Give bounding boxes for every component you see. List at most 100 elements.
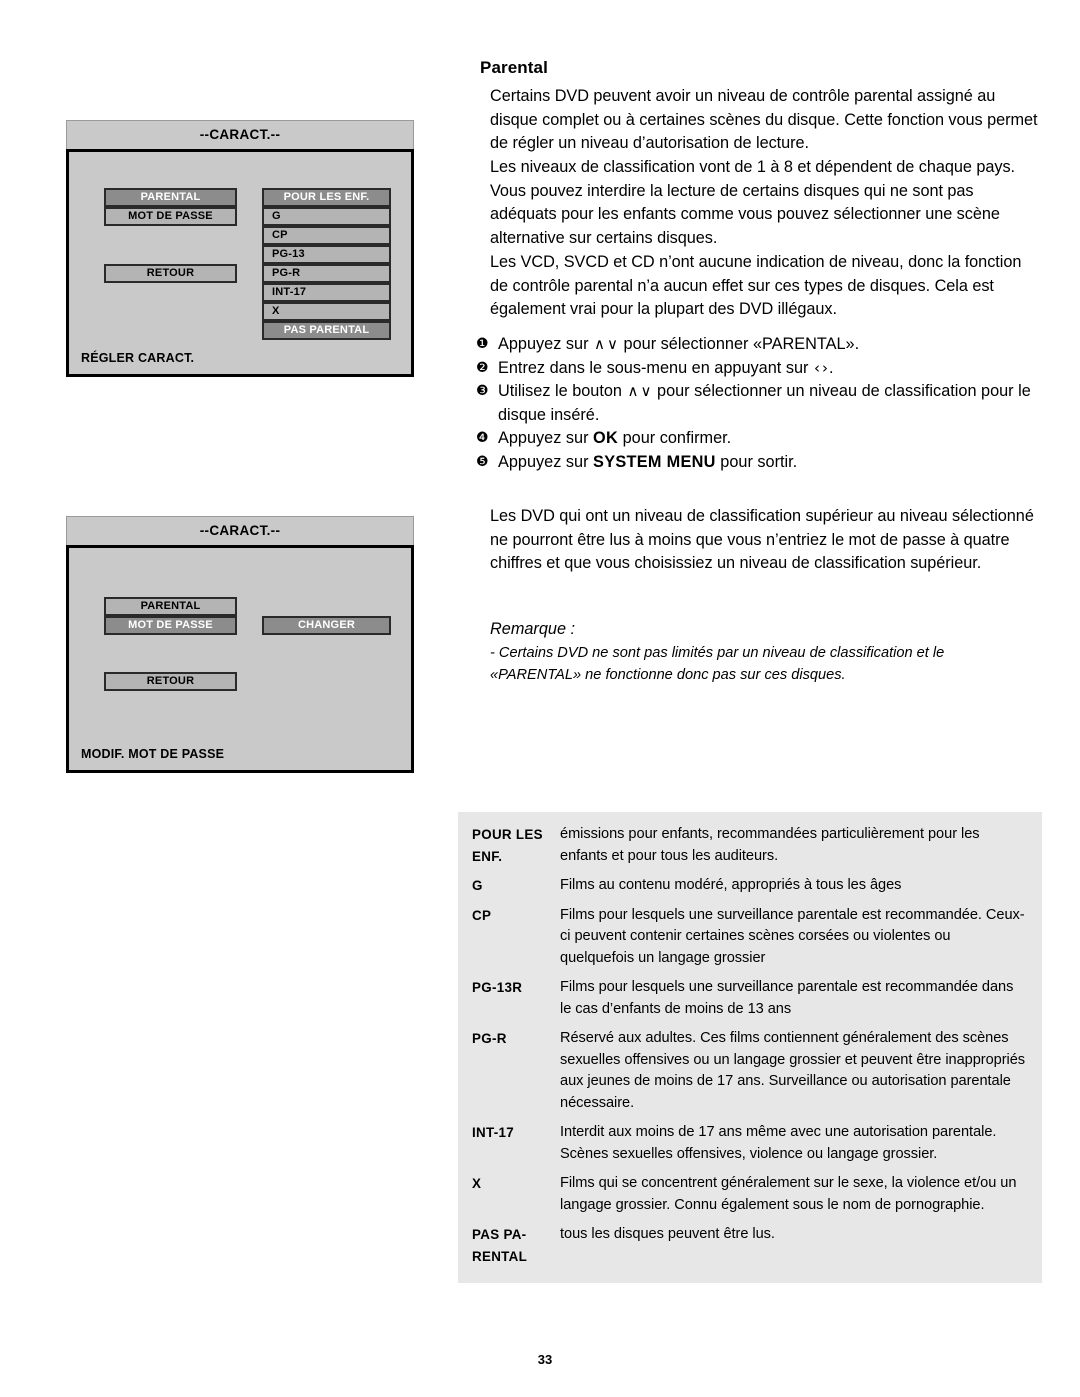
paragraph-text: Les DVD qui ont un niveau de classificat… <box>490 507 1034 573</box>
rating-description: tous les disques peuvent être lus. <box>560 1226 775 1242</box>
osd1-rating-label-4: PG-R <box>272 267 301 279</box>
rating-key: X <box>472 1176 482 1191</box>
osd1-rating-label-6: X <box>272 305 280 317</box>
paragraph-text: Les VCD, SVCD et CD n’ont aucune indicat… <box>490 253 1022 319</box>
osd1-rating-pas-parental[interactable]: PAS PARENTAL <box>262 321 391 340</box>
step-text-1: Appuyez sur ∧ ∨ pour sélectionner «PARENT… <box>498 333 1042 357</box>
table-row: PG-13R Films pour lesquels une surveilla… <box>458 977 1042 1020</box>
osd1-menu-item-retour[interactable]: RETOUR <box>104 264 237 283</box>
rating-description: Films pour lesquels une surveillance par… <box>560 906 1025 966</box>
step-item-1: ❶ Appuyez sur ∧ ∨ pour sélectionner «PARE… <box>476 333 1042 357</box>
osd1-footer: RÉGLER CARACT. <box>81 351 195 365</box>
intro-paragraph-3: Les VCD, SVCD et CD n’ont aucune indicat… <box>480 251 1042 322</box>
osd2-parental-label: PARENTAL <box>140 600 201 612</box>
step-text-4: Appuyez sur OK pour confirmer. <box>498 427 1042 451</box>
osd2-footer: MODIF. MOT DE PASSE <box>81 747 225 761</box>
osd1-rating-label-0: POUR LES ENF. <box>283 191 370 203</box>
chevron-up-icon: ∧ <box>627 382 639 401</box>
step-item-5: ❺ Appuyez sur SYSTEM MENU pour sortir. <box>476 451 1042 475</box>
step-post-5: pour sortir. <box>715 452 798 471</box>
page-title: Parental <box>480 58 548 77</box>
osd1-rating-x[interactable]: X <box>262 302 391 321</box>
step-number-icon-3: ❸ <box>476 383 489 400</box>
step-item-4: ❹ Appuyez sur OK pour confirmer. <box>476 427 1042 451</box>
step-text-5: Appuyez sur SYSTEM MENU pour sortir. <box>498 451 1042 475</box>
step-number-icon-2: ❷ <box>476 359 489 376</box>
table-row: X Films qui se concentrent généralement … <box>458 1173 1042 1216</box>
key-system-menu-label: SYSTEM MENU <box>593 452 716 471</box>
paragraph-text: Les niveaux de classification vont de 1 … <box>490 158 1016 247</box>
osd2-action-changer[interactable]: CHANGER <box>262 616 391 635</box>
chevron-up-icon: ∧ <box>594 335 606 353</box>
osd2-retour-label: RETOUR <box>146 675 195 687</box>
step-pre-4: Appuyez sur <box>498 429 594 448</box>
osd1-rating-label-1: G <box>272 210 281 222</box>
rating-key: G <box>472 878 483 893</box>
step-text-2: Entrez dans le sous-menu en appuyant sur… <box>498 357 1042 381</box>
osd2-mot-de-passe-label: MOT DE PASSE <box>128 619 213 631</box>
osd1-rating-label-3: PG-13 <box>272 248 305 260</box>
page-title-block: Parental <box>480 58 1042 78</box>
key-ok-label: OK <box>593 429 619 448</box>
intro-paragraph-1: Certains DVD peuvent avoir un niveau de … <box>480 85 1042 156</box>
note-block: Remarque : - Certains DVD ne sont pas li… <box>480 618 1042 686</box>
page-number-value: 33 <box>537 1352 553 1367</box>
rating-key: CP <box>472 907 492 923</box>
chevron-down-icon: ∨ <box>640 382 652 401</box>
rating-description: émissions pour enfants, recommandées par… <box>560 826 980 864</box>
intro-paragraph-2: Les niveaux de classification vont de 1 … <box>480 156 1042 250</box>
step-pre-5: Appuyez sur <box>498 452 594 471</box>
rating-key: PG-13R <box>472 980 523 995</box>
rating-description: Interdit aux moins de 17 ans même avec u… <box>560 1124 997 1162</box>
chevron-down-icon: ∨ <box>607 335 618 353</box>
page-number: 33 <box>0 1352 1080 1367</box>
step-mid-1: pour sélectionner «PARENTAL». <box>619 335 860 353</box>
osd1-rating-label-2: CP <box>272 229 288 241</box>
note-line-1: - Certains DVD ne sont pas limités par u… <box>490 644 945 661</box>
step-number-icon-5: ❺ <box>476 453 489 470</box>
step-text-3: Utilisez le bouton ∧ ∨ pour sélectionner … <box>498 380 1042 427</box>
step-pre-1: Appuyez sur <box>498 335 594 353</box>
osd1-rating-cp[interactable]: CP <box>262 226 391 245</box>
step-item-2: ❷ Entrez dans le sous-menu en appuyant s… <box>476 357 1042 381</box>
osd1-menu-item-mot-de-passe[interactable]: MOT DE PASSE <box>104 207 237 226</box>
note-heading: Remarque : <box>490 620 576 638</box>
instruction-steps: ❶ Appuyez sur ∧ ∨ pour sélectionner «PARE… <box>476 333 1042 475</box>
step-item-3: ❸ Utilisez le bouton ∧ ∨ pour sélectionne… <box>476 380 1042 427</box>
rating-description: Films qui se concentrent généralement su… <box>560 1175 1017 1213</box>
note-line-2: «PARENTAL» ne fonctionne donc pas sur ce… <box>490 666 846 683</box>
table-row: PG-R Réservé aux adultes. Ces films cont… <box>458 1028 1042 1114</box>
osd1-rating-int-17[interactable]: INT-17 <box>262 283 391 302</box>
step-number-icon-4: ❹ <box>476 430 489 447</box>
osd-body-1: PARENTAL MOT DE PASSE RETOUR POUR LES EN… <box>66 149 414 377</box>
osd2-menu-item-mot-de-passe[interactable]: MOT DE PASSE <box>104 616 237 635</box>
table-row: POUR LES ENF. émissions pour enfants, re… <box>458 824 1042 867</box>
osd1-menu-item-parental[interactable]: PARENTAL <box>104 188 237 207</box>
rating-key: POUR LES ENF. <box>472 827 543 864</box>
osd-screen-regler-caract: --CARACT.-- PARENTAL MOT DE PASSE RETOUR… <box>66 120 414 377</box>
ratings-definition-table: POUR LES ENF. émissions pour enfants, re… <box>458 812 1042 1283</box>
rating-description: Films pour lesquels une surveillance par… <box>560 979 1014 1017</box>
osd2-menu-item-retour[interactable]: RETOUR <box>104 672 237 691</box>
osd1-retour-label: RETOUR <box>146 267 195 279</box>
table-row: G Films au contenu modéré, appropriés à … <box>458 875 1042 897</box>
chevron-right-icon: › <box>821 358 828 377</box>
osd2-menu-item-parental[interactable]: PARENTAL <box>104 597 237 616</box>
rating-key: PG-R <box>472 1031 507 1046</box>
table-row: PAS PA- RENTAL tous les disques peuvent ê… <box>458 1224 1042 1267</box>
osd1-rating-pour-les-enf[interactable]: POUR LES ENF. <box>262 188 391 207</box>
osd1-rating-g[interactable]: G <box>262 207 391 226</box>
paragraph-after-steps: Les DVD qui ont un niveau de classificat… <box>480 505 1042 576</box>
osd-title-1: --CARACT.-- <box>66 120 414 149</box>
step-number-icon-1: ❶ <box>476 336 489 352</box>
osd1-rating-label-5: INT-17 <box>272 286 307 298</box>
osd1-rating-pg-r[interactable]: PG-R <box>262 264 391 283</box>
table-row: CP Films pour lesquels une surveillance … <box>458 905 1042 970</box>
chevron-left-icon: ‹ <box>813 358 820 377</box>
rating-description: Films au contenu modéré, appropriés à to… <box>560 877 902 893</box>
osd-screen-modif-mot-de-passe: --CARACT.-- PARENTAL MOT DE PASSE RETOUR… <box>66 516 414 773</box>
osd1-rating-pg-13[interactable]: PG-13 <box>262 245 391 264</box>
step-pre-3: Utilisez le bouton <box>498 382 627 401</box>
osd1-mot-de-passe-label: MOT DE PASSE <box>128 210 213 222</box>
step-post-4: pour confirmer. <box>618 429 732 448</box>
